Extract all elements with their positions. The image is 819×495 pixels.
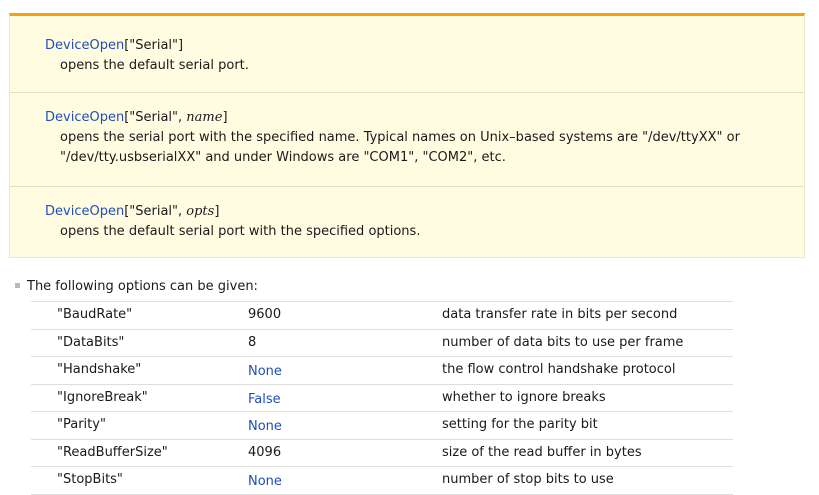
options-header-text: The following options can be given:	[27, 279, 258, 294]
option-name: "IgnoreBreak"	[57, 389, 148, 405]
usage-signature: DeviceOpen["Serial", name]	[45, 108, 804, 127]
option-default: 4096	[248, 444, 282, 460]
option-name: "Parity"	[57, 417, 106, 432]
usage-signature: DeviceOpen["Serial", opts]	[45, 202, 804, 221]
function-link[interactable]: DeviceOpen	[45, 38, 124, 53]
option-name: "DataBits"	[57, 334, 125, 350]
signature-close: ]	[222, 110, 228, 125]
usage-description: opens the default serial port with the s…	[45, 222, 804, 242]
option-name: "BaudRate"	[57, 307, 133, 322]
table-row: "Parity" None setting for the parity bit	[31, 411, 733, 439]
options-note: The following options can be given:	[15, 277, 258, 297]
signature-arg-opts: opts	[186, 204, 215, 219]
usage-box: DeviceOpen["Serial"] opens the default s…	[9, 13, 805, 258]
description-line: opens the default serial port with the s…	[60, 224, 421, 239]
option-description: the flow control handshake protocol	[442, 362, 676, 377]
option-default[interactable]: None	[248, 359, 282, 385]
signature-args: ["Serial",	[124, 110, 187, 125]
description-line: opens the default serial port.	[60, 58, 249, 73]
option-description: setting for the parity bit	[442, 417, 598, 432]
usage-description: opens the serial port with the specified…	[45, 128, 804, 168]
table-row: "ReadBufferSize" 4096 size of the read buf…	[31, 438, 733, 467]
option-description: number of data bits to use per frame	[442, 334, 684, 350]
signature-arg-name: name	[186, 110, 223, 125]
options-table: "BaudRate" 9600 data transfer rate in bits…	[31, 301, 733, 495]
option-default[interactable]: None	[248, 414, 282, 440]
table-row: "Handshake" None the flow control handshak…	[31, 356, 733, 384]
table-row: "DataBits" 8 number of data bits to use pe…	[31, 328, 733, 357]
option-description: size of the read buffer in bytes	[442, 444, 642, 460]
signature-close: ]	[214, 204, 220, 219]
function-link[interactable]: DeviceOpen	[45, 204, 124, 219]
description-line: opens the serial port with the specified…	[60, 130, 740, 145]
usage-entry: DeviceOpen["Serial", opts] opens the def…	[10, 186, 804, 258]
signature-args: ["Serial",	[124, 204, 187, 219]
signature-args: ["Serial"]	[124, 38, 184, 53]
option-default[interactable]: None	[248, 469, 282, 495]
option-default: 8	[248, 334, 257, 350]
usage-entry: DeviceOpen["Serial"] opens the default s…	[10, 16, 804, 92]
usage-description: opens the default serial port.	[45, 56, 804, 76]
option-description: data transfer rate in bits per second	[442, 307, 678, 322]
option-default: 9600	[248, 307, 282, 322]
option-name: "ReadBufferSize"	[57, 444, 168, 460]
option-description: whether to ignore breaks	[442, 389, 606, 405]
usage-entry: DeviceOpen["Serial", name] opens the ser…	[10, 92, 804, 186]
option-name: "Handshake"	[57, 362, 142, 377]
table-row: "BaudRate" 9600 data transfer rate in bits…	[31, 301, 733, 329]
usage-signature: DeviceOpen["Serial"]	[45, 36, 804, 55]
table-row: "IgnoreBreak" False whether to ignore brea…	[31, 383, 733, 413]
option-name: "StopBits"	[57, 472, 123, 487]
option-description: number of stop bits to use	[442, 472, 614, 487]
description-line: "/dev/tty.usbserialXX" and under Windows…	[60, 150, 506, 165]
function-link[interactable]: DeviceOpen	[45, 110, 124, 125]
bullet-icon	[15, 283, 20, 288]
table-row: "StopBits" None number of stop bits to use	[31, 466, 733, 495]
option-default[interactable]: False	[248, 387, 281, 413]
